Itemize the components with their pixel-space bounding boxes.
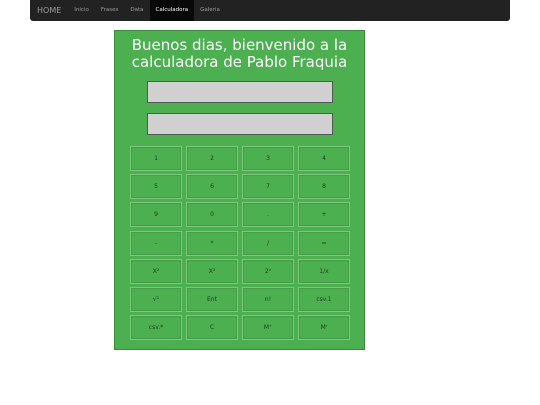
- key-button[interactable]: 1: [130, 146, 182, 171]
- key-button[interactable]: 5: [130, 174, 182, 200]
- key-button[interactable]: +: [298, 202, 350, 228]
- key-button[interactable]: csv.1: [298, 287, 350, 312]
- key-button[interactable]: Ent: [186, 287, 238, 312]
- key-button[interactable]: Mʳ: [298, 315, 350, 341]
- key-button[interactable]: 8: [298, 174, 350, 200]
- key-button[interactable]: 4: [298, 146, 350, 171]
- key-button[interactable]: *: [186, 230, 238, 256]
- calculator-title: Buenos dias, bienvenido a la calculadora…: [115, 37, 364, 71]
- key-button[interactable]: n!: [242, 287, 294, 312]
- nav-galeria[interactable]: Galeria: [194, 0, 226, 21]
- calculator-panel: Buenos dias, bienvenido a la calculadora…: [114, 30, 365, 350]
- home-link[interactable]: HOME: [30, 0, 68, 21]
- key-button[interactable]: 2ⁿ: [242, 258, 294, 284]
- key-button[interactable]: √¹: [130, 287, 182, 312]
- key-button[interactable]: 0: [186, 202, 238, 228]
- nav-frases[interactable]: Frases: [95, 0, 125, 21]
- key-button[interactable]: 6: [186, 174, 238, 200]
- key-button[interactable]: 9: [130, 202, 182, 228]
- key-button[interactable]: X³: [186, 258, 238, 284]
- display-input-1[interactable]: [147, 81, 333, 103]
- key-button[interactable]: 7: [242, 174, 294, 200]
- key-button[interactable]: 2: [186, 146, 238, 171]
- key-button[interactable]: csv.*: [130, 315, 182, 341]
- key-button[interactable]: /: [242, 230, 294, 256]
- key-button[interactable]: C: [186, 315, 238, 341]
- key-button[interactable]: M⁺: [242, 315, 294, 341]
- key-button[interactable]: .: [242, 202, 294, 228]
- key-button[interactable]: -: [130, 230, 182, 256]
- nav-calculadora[interactable]: Calculadora: [149, 0, 195, 21]
- top-navbar: HOME Inicio Frases Data Calculadora Gale…: [30, 0, 510, 21]
- title-line-2: calculadora de Pablo Fraquia: [131, 53, 348, 71]
- nav-inicio[interactable]: Inicio: [68, 0, 95, 21]
- key-button[interactable]: X²: [130, 258, 182, 284]
- nav-data[interactable]: Data: [124, 0, 149, 21]
- key-button[interactable]: 1/x: [298, 258, 350, 284]
- key-button[interactable]: 3: [242, 146, 294, 171]
- display-input-2[interactable]: [147, 113, 333, 135]
- key-button[interactable]: =: [298, 230, 350, 256]
- title-line-1: Buenos dias, bienvenido a la: [131, 36, 348, 54]
